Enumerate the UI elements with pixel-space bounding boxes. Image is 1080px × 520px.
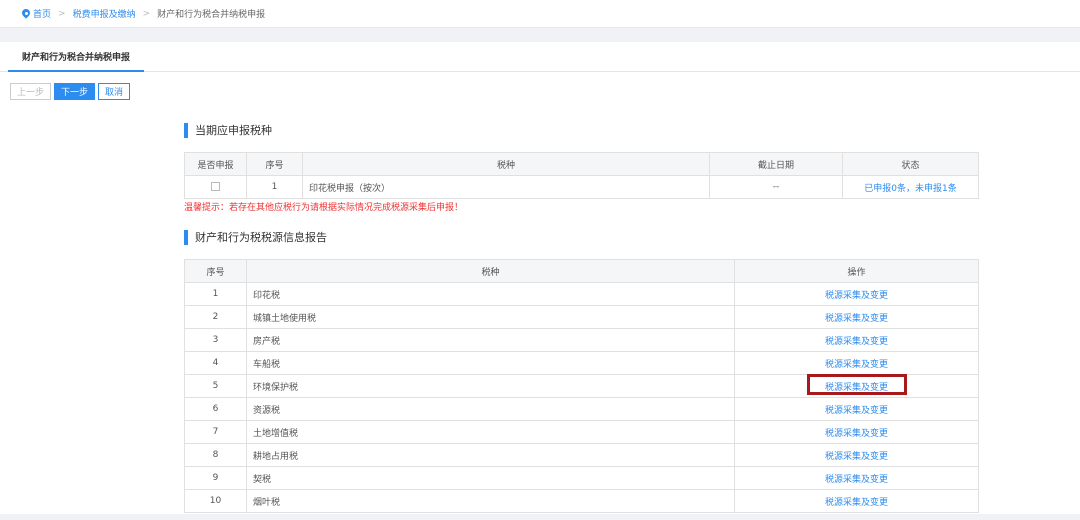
tab-bar: 财产和行为税合并纳税申报 bbox=[0, 42, 1080, 72]
tax-source-change-link[interactable]: 税源采集及变更 bbox=[734, 374, 979, 398]
row-tax: 环境保护税 bbox=[246, 374, 735, 398]
breadcrumb-separator: > bbox=[142, 8, 151, 19]
table-row: 8 耕地占用税 税源采集及变更 bbox=[184, 443, 979, 467]
row-no: 2 bbox=[184, 305, 247, 329]
row-no: 9 bbox=[184, 466, 247, 490]
tax-source-change-link[interactable]: 税源采集及变更 bbox=[734, 305, 979, 329]
tax-source-change-link[interactable]: 税源采集及变更 bbox=[734, 282, 979, 306]
section-tax-source-title: 财产和行为税税源信息报告 bbox=[184, 229, 327, 245]
col-tax: 税种 bbox=[302, 152, 710, 176]
row-tax: 资源税 bbox=[246, 397, 735, 421]
row-tax: 车船税 bbox=[246, 351, 735, 375]
row-deadline: -- bbox=[709, 175, 843, 199]
table-row: 4 车船税 税源采集及变更 bbox=[184, 351, 979, 375]
tax-source-change-link[interactable]: 税源采集及变更 bbox=[734, 420, 979, 444]
cancel-button[interactable]: 取消 bbox=[98, 83, 131, 100]
row-no: 6 bbox=[184, 397, 247, 421]
col-deadline: 截止日期 bbox=[709, 152, 843, 176]
row-status-link[interactable]: 已申报0条，未申报1条 bbox=[842, 175, 979, 199]
row-no: 7 bbox=[184, 420, 247, 444]
section-title-text: 当期应申报税种 bbox=[195, 124, 272, 137]
table-row: 1 印花税 税源采集及变更 bbox=[184, 282, 979, 306]
table-row: 3 房产税 税源采集及变更 bbox=[184, 328, 979, 352]
tax-source-change-link[interactable]: 税源采集及变更 bbox=[734, 397, 979, 421]
table-header-row: 是否申报 序号 税种 截止日期 状态 bbox=[184, 152, 979, 176]
tax-source-change-link[interactable]: 税源采集及变更 bbox=[734, 443, 979, 467]
col-no: 序号 bbox=[184, 259, 247, 283]
breadcrumb-parent-link[interactable]: 税费申报及缴纳 bbox=[73, 7, 136, 20]
row-tax: 耕地占用税 bbox=[246, 443, 735, 467]
table-row: 7 土地增值税 税源采集及变更 bbox=[184, 420, 979, 444]
table-row: 1 印花税申报（按次） -- 已申报0条，未申报1条 bbox=[184, 175, 979, 199]
prev-step-button[interactable]: 上一步 bbox=[10, 83, 52, 100]
row-no: 3 bbox=[184, 328, 247, 352]
table-row: 9 契税 税源采集及变更 bbox=[184, 466, 979, 490]
table-row: 5 环境保护税 税源采集及变更 bbox=[184, 374, 979, 398]
row-tax: 印花税 bbox=[246, 282, 735, 306]
row-tax: 土地增值税 bbox=[246, 420, 735, 444]
col-tax: 税种 bbox=[246, 259, 735, 283]
row-no: 5 bbox=[184, 374, 247, 398]
breadcrumb-home-link[interactable]: 首页 bbox=[33, 7, 51, 20]
row-no: 4 bbox=[184, 351, 247, 375]
row-tax: 房产税 bbox=[246, 328, 735, 352]
row-tax: 城镇土地使用税 bbox=[246, 305, 735, 329]
toolbar: 上一步 下一步 取消 bbox=[10, 83, 131, 100]
gap-band bbox=[0, 28, 1080, 42]
row-no: 10 bbox=[184, 489, 247, 513]
section-bar bbox=[184, 122, 188, 138]
declare-checkbox[interactable] bbox=[211, 182, 220, 191]
warning-tip: 温馨提示：若存在其他应税行为请根据实际情况完成税源采集后申报！ bbox=[184, 203, 464, 213]
col-no: 序号 bbox=[246, 152, 303, 176]
row-tax: 契税 bbox=[246, 466, 735, 490]
table-row: 2 城镇土地使用税 税源采集及变更 bbox=[184, 305, 979, 329]
tab-combined-tax-declaration[interactable]: 财产和行为税合并纳税申报 bbox=[8, 42, 144, 72]
tax-source-change-link[interactable]: 税源采集及变更 bbox=[734, 489, 979, 513]
bottom-band bbox=[0, 514, 1080, 520]
tax-source-table: 序号 税种 操作 1 印花税 税源采集及变更 2 城镇土地使用税 税源采集及变更 3 房产税税… bbox=[184, 259, 979, 513]
row-tax: 烟叶税 bbox=[246, 489, 735, 513]
table-row: 10 烟叶税 税源采集及变更 bbox=[184, 489, 979, 513]
breadcrumb-current: 财产和行为税合并纳税申报 bbox=[157, 10, 266, 20]
section-current-tax-title: 当期应申报税种 bbox=[184, 122, 272, 138]
breadcrumb-separator: > bbox=[58, 8, 66, 19]
row-no: 8 bbox=[184, 443, 247, 467]
row-no: 1 bbox=[184, 282, 247, 306]
table-header-row: 序号 税种 操作 bbox=[184, 259, 979, 283]
breadcrumb: 首页 > 税费申报及缴纳 > 财产和行为税合并纳税申报 bbox=[0, 0, 1080, 28]
section-bar bbox=[184, 229, 188, 245]
tax-source-change-link[interactable]: 税源采集及变更 bbox=[734, 351, 979, 375]
table-row: 6 资源税 税源采集及变更 bbox=[184, 397, 979, 421]
row-no: 1 bbox=[246, 175, 303, 199]
declare-cell bbox=[184, 175, 247, 199]
row-tax: 印花税申报（按次） bbox=[302, 175, 710, 199]
current-tax-table: 是否申报 序号 税种 截止日期 状态 1 印花税申报（按次） -- 已申报0条，… bbox=[184, 152, 979, 199]
col-status: 状态 bbox=[842, 152, 979, 176]
tax-source-change-link[interactable]: 税源采集及变更 bbox=[734, 328, 979, 352]
section-title-text: 财产和行为税税源信息报告 bbox=[195, 231, 327, 244]
col-action: 操作 bbox=[734, 259, 979, 283]
location-icon bbox=[22, 9, 30, 18]
next-step-button[interactable]: 下一步 bbox=[54, 83, 96, 100]
col-declare: 是否申报 bbox=[184, 152, 247, 176]
tax-source-change-link[interactable]: 税源采集及变更 bbox=[734, 466, 979, 490]
